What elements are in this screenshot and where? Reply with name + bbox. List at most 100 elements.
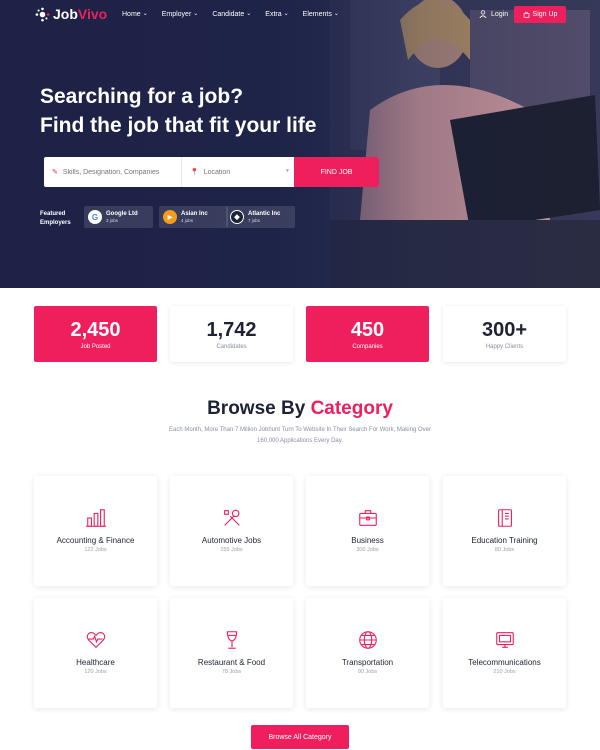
login-link[interactable]: Login bbox=[479, 10, 508, 18]
nav-item-employer[interactable]: Employer ⌄ bbox=[162, 11, 199, 18]
job-search-form: ✎ 📍 ▼ FIND JOB bbox=[44, 157, 379, 187]
category-count: 120 Jobs bbox=[84, 669, 107, 675]
category-name: Education Training bbox=[471, 536, 538, 545]
category-count: 78 Jobs bbox=[221, 669, 242, 675]
keyword-field[interactable]: ✎ bbox=[44, 157, 182, 187]
browse-all-category-button[interactable]: Browse All Category bbox=[251, 725, 349, 749]
logo[interactable]: JobVivo bbox=[35, 6, 107, 22]
section-subtitle: Each Month, More Than 7 Million Jobhunt … bbox=[130, 425, 470, 447]
category-count: 210 Jobs bbox=[493, 669, 516, 675]
employer-count: 4 jobs bbox=[181, 218, 194, 223]
category-name: Accounting & Finance bbox=[56, 536, 135, 545]
section-subtitle-line1: Each Month, More Than 7 Million Jobhunt … bbox=[169, 427, 431, 433]
nav-item-label: Employer bbox=[161, 11, 192, 18]
category-count: 122 Jobs bbox=[84, 547, 107, 553]
stat-card-clients: 300+ Happy Clients bbox=[443, 306, 566, 362]
hero-section: JobVivo Home ⌄ Employer ⌄ Candidate ⌄ Extra… bbox=[0, 0, 600, 288]
chevron-down-icon: ⌄ bbox=[142, 11, 148, 17]
category-card-automotive[interactable]: Automotive Jobs 155 Jobs bbox=[170, 476, 293, 586]
category-name: Transportation bbox=[341, 658, 394, 667]
location-field[interactable]: 📍 ▼ bbox=[182, 157, 294, 187]
category-card-healthcare[interactable]: Healthcare 120 Jobs bbox=[34, 598, 157, 708]
signup-label: Sign Up bbox=[532, 11, 558, 18]
heart-pulse-icon bbox=[86, 632, 105, 649]
nav-item-label: Home bbox=[122, 11, 141, 18]
employer-name: Atlantic Inc bbox=[248, 211, 281, 217]
nav-item-extra[interactable]: Extra ⌄ bbox=[265, 11, 288, 18]
shopping-bag-icon bbox=[523, 11, 529, 18]
login-label: Login bbox=[491, 10, 509, 18]
asian-inc-icon: ▶ bbox=[163, 210, 177, 224]
briefcase-icon bbox=[358, 510, 377, 526]
category-name: Restaurant & Food bbox=[197, 658, 266, 667]
employer-card-google[interactable]: G Google Ltd 3 jobs bbox=[84, 206, 153, 228]
tools-icon bbox=[223, 509, 240, 526]
category-count: 90 Jobs bbox=[357, 669, 378, 675]
logo-text-part1: Job bbox=[53, 6, 78, 22]
hero-title-line1: Searching for a job? bbox=[40, 85, 244, 108]
employer-name: Asian Inc bbox=[181, 211, 208, 217]
chevron-down-icon: ⌄ bbox=[283, 11, 289, 17]
stat-value: 2,450 bbox=[70, 319, 121, 341]
google-icon: G bbox=[88, 210, 102, 224]
category-count: 300 Jobs bbox=[356, 547, 379, 553]
category-card-business[interactable]: Business 300 Jobs bbox=[306, 476, 429, 586]
stat-label: Companies bbox=[352, 344, 383, 350]
globe-icon bbox=[358, 631, 377, 649]
category-count: 80 Jobs bbox=[494, 547, 515, 553]
logo-text: JobVivo bbox=[53, 6, 107, 22]
category-name: Automotive Jobs bbox=[201, 536, 262, 545]
caret-down-icon: ▼ bbox=[285, 168, 290, 174]
category-card-restaurant[interactable]: Restaurant & Food 78 Jobs bbox=[170, 598, 293, 708]
chevron-down-icon: ⌄ bbox=[246, 11, 252, 17]
featured-label-line1: Featured bbox=[40, 211, 66, 217]
hero-overlay bbox=[0, 0, 600, 288]
employer-card-atlantic[interactable]: ◆ Atlantic Inc 7 jobs bbox=[226, 206, 295, 228]
nav-item-elements[interactable]: Elements ⌄ bbox=[303, 11, 339, 18]
employer-name: Google Ltd bbox=[106, 211, 138, 217]
nav-item-label: Extra bbox=[265, 11, 282, 18]
employer-count: 3 jobs bbox=[106, 218, 119, 223]
nav-item-label: Candidate bbox=[212, 11, 245, 18]
user-icon bbox=[479, 10, 487, 18]
section-title-part2: Category bbox=[310, 398, 393, 419]
employer-count: 7 jobs bbox=[248, 218, 261, 223]
section-title-part1: Browse By bbox=[207, 398, 306, 419]
stat-card-candidates: 1,742 Candidates bbox=[170, 306, 293, 362]
category-count: 155 Jobs bbox=[220, 547, 243, 553]
atlantic-inc-icon: ◆ bbox=[230, 210, 244, 224]
chevron-down-icon: ⌄ bbox=[333, 11, 339, 17]
stat-label: Job Posted bbox=[80, 344, 111, 350]
chevron-down-icon: ⌄ bbox=[193, 11, 199, 17]
stat-label: Candidates bbox=[216, 344, 247, 350]
stat-value: 1,742 bbox=[206, 319, 257, 341]
category-card-education[interactable]: Education Training 80 Jobs bbox=[443, 476, 566, 586]
category-name: Business bbox=[351, 536, 384, 545]
nav-item-candidate[interactable]: Candidate ⌄ bbox=[212, 11, 251, 18]
category-name: Healthcare bbox=[76, 658, 115, 667]
category-card-accounting[interactable]: Accounting & Finance 122 Jobs bbox=[34, 476, 157, 586]
map-pin-icon: 📍 bbox=[190, 169, 199, 176]
stat-value: 300+ bbox=[481, 319, 528, 341]
stat-card-companies: 450 Companies bbox=[306, 306, 429, 362]
pencil-icon: ✎ bbox=[52, 169, 58, 176]
location-input[interactable] bbox=[203, 168, 294, 176]
stat-card-jobs: 2,450 Job Posted bbox=[34, 306, 157, 362]
section-title: Browse By Category bbox=[0, 398, 600, 420]
category-name: Telecommunications bbox=[468, 658, 541, 667]
category-card-transportation[interactable]: Transportation 90 Jobs bbox=[306, 598, 429, 708]
featured-employers-label: Featured Employers bbox=[40, 210, 71, 228]
keyword-input[interactable] bbox=[62, 168, 181, 176]
find-job-button[interactable]: FIND JOB bbox=[294, 157, 379, 187]
category-card-telecommunications[interactable]: Telecommunications 210 Jobs bbox=[443, 598, 566, 708]
bar-chart-icon bbox=[85, 509, 106, 527]
wine-glass-icon bbox=[226, 631, 237, 649]
main-menu: Home ⌄ Employer ⌄ Candidate ⌄ Extra ⌄ Elemen… bbox=[122, 11, 339, 18]
employer-card-asian[interactable]: ▶ Asian Inc 4 jobs bbox=[159, 206, 228, 228]
signup-button[interactable]: Sign Up bbox=[514, 6, 566, 23]
featured-label-line2: Employers bbox=[40, 220, 71, 226]
nav-item-home[interactable]: Home ⌄ bbox=[122, 11, 148, 18]
section-subtitle-line2: 160,000 Applications Every Day. bbox=[257, 438, 343, 444]
hero-title-line2: Find the job that fit your life bbox=[40, 114, 317, 137]
nav-item-label: Elements bbox=[302, 11, 332, 18]
